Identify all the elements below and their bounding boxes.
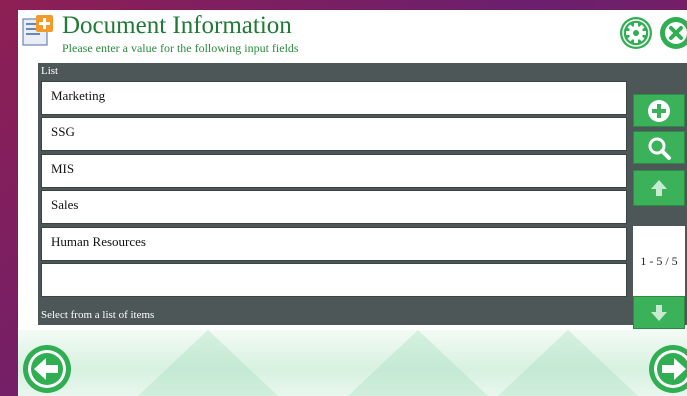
scroll-down-button[interactable] xyxy=(633,296,685,329)
list-item[interactable] xyxy=(41,262,627,297)
next-button[interactable] xyxy=(648,344,687,394)
search-button[interactable] xyxy=(633,131,685,164)
pager-info: 1 - 5 / 5 xyxy=(633,226,685,296)
document-app-icon xyxy=(22,15,53,46)
list-item[interactable]: Marketing xyxy=(41,81,627,115)
list-item[interactable]: MIS xyxy=(41,153,627,188)
background-triangle xyxy=(348,330,488,396)
add-button[interactable] xyxy=(633,94,685,127)
search-icon xyxy=(648,137,671,160)
list-panel: List Marketing SSG MIS Sales Human Resou… xyxy=(38,63,687,329)
list-footer: Select from a list of items xyxy=(41,309,155,321)
close-icon[interactable] xyxy=(659,16,687,50)
list-rows: Marketing SSG MIS Sales Human Resources xyxy=(41,81,627,299)
background-triangle xyxy=(138,330,278,396)
list-label: List xyxy=(41,65,59,77)
list-item[interactable]: Human Resources xyxy=(41,226,627,261)
arrow-up-icon xyxy=(651,180,667,196)
arrow-down-icon xyxy=(651,304,667,321)
page-title: Document Information xyxy=(62,12,292,39)
document-info-window: Document Information Please enter a valu… xyxy=(18,10,687,396)
plus-circle-icon xyxy=(648,99,670,122)
scroll-up-button[interactable] xyxy=(633,170,685,206)
list-item[interactable]: SSG xyxy=(41,117,627,152)
background-triangle xyxy=(498,330,638,396)
back-button[interactable] xyxy=(22,344,72,394)
page-subtitle: Please enter a value for the following i… xyxy=(62,41,299,55)
list-item[interactable]: Sales xyxy=(41,190,627,225)
gear-icon[interactable] xyxy=(619,16,653,50)
